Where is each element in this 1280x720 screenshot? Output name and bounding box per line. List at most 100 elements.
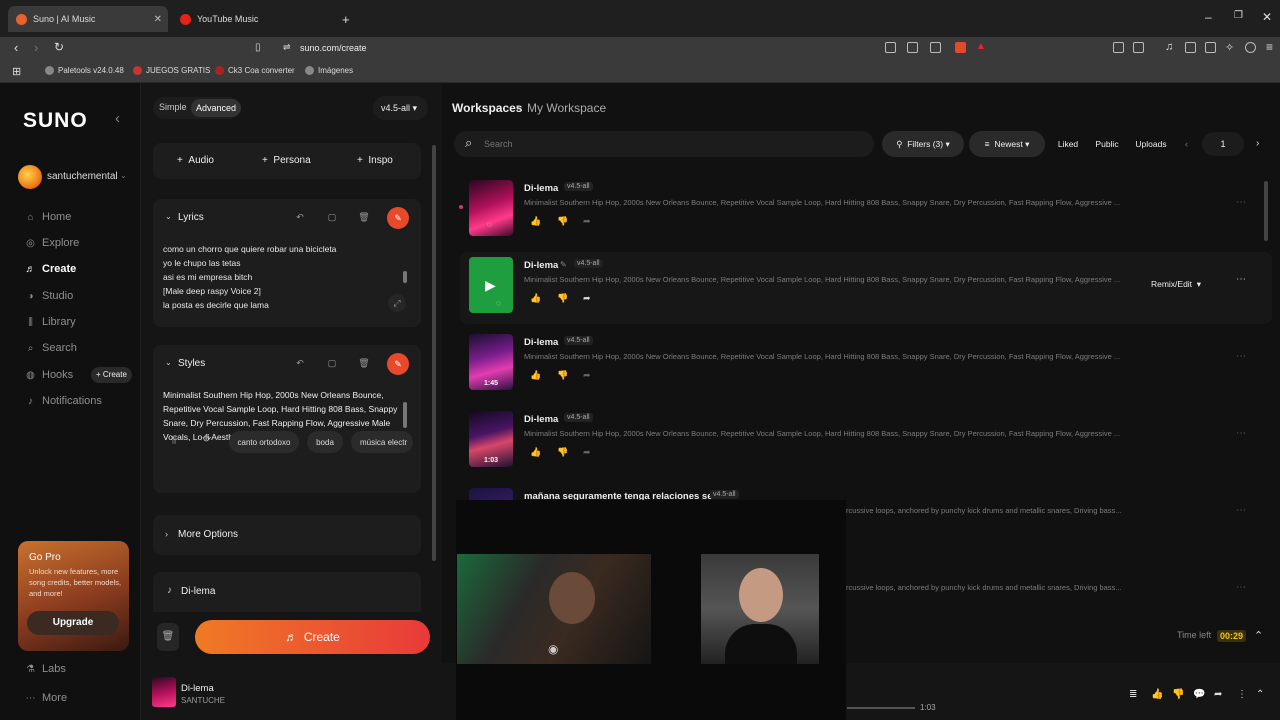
style-chip[interactable]: canto ortodoxo xyxy=(229,431,299,453)
add-audio-button[interactable]: + Audio xyxy=(177,155,214,166)
shuffle-icon[interactable]: ⟳ xyxy=(203,434,211,445)
like-icon[interactable]: 👍 xyxy=(530,370,541,381)
back-icon[interactable]: ‹ xyxy=(14,40,18,55)
avatar[interactable] xyxy=(18,165,42,189)
song-thumbnail[interactable]: 1:03 xyxy=(469,411,513,467)
cast-icon[interactable] xyxy=(907,42,918,53)
page-number[interactable]: 1 xyxy=(1202,132,1244,156)
more-options-icon[interactable]: ⋯ xyxy=(1236,197,1246,208)
add-inspo-button[interactable]: + Inspo xyxy=(357,155,393,166)
more-options-icon[interactable]: ⋯ xyxy=(1236,274,1246,285)
mode-simple-tab[interactable]: Simple xyxy=(159,102,187,112)
song-title[interactable]: Di-lema xyxy=(524,337,558,348)
sidebar-item-home[interactable]: ⌂ Home xyxy=(25,211,71,223)
style-library-icon[interactable]: ⫼ xyxy=(172,435,176,446)
comment-icon[interactable]: 💬 xyxy=(1193,689,1205,700)
share-icon[interactable]: ➦ xyxy=(583,370,591,381)
translate-icon[interactable] xyxy=(885,42,896,53)
chevron-down-icon[interactable]: ⌄ xyxy=(120,171,127,180)
sort-button[interactable]: ≡ Newest ▾ xyxy=(969,131,1045,157)
wallet-icon[interactable] xyxy=(1205,42,1216,53)
player-song-title[interactable]: Di-lema xyxy=(181,683,214,694)
song-title[interactable]: Di-lema xyxy=(524,414,558,425)
chevron-up-icon[interactable]: ⌃ xyxy=(1254,629,1263,642)
reload-icon[interactable]: ↻ xyxy=(54,40,64,54)
sidebar-icon[interactable] xyxy=(1185,42,1196,53)
menu-icon[interactable]: ≡ xyxy=(1266,40,1273,54)
extensions-icon[interactable] xyxy=(1113,42,1124,53)
search-field[interactable]: ⌕ xyxy=(454,131,874,157)
model-select[interactable]: v4.5-all ▾ xyxy=(373,96,428,120)
bookmark-icon[interactable]: ▯ xyxy=(255,42,261,53)
url-text[interactable]: suno.com/create xyxy=(300,43,367,53)
brave-rewards-icon[interactable]: ▲ xyxy=(976,41,986,52)
sidebar-item-create[interactable]: ♬ Create xyxy=(25,263,77,275)
player-thumbnail[interactable] xyxy=(152,677,176,707)
like-icon[interactable]: 👍 xyxy=(1151,689,1163,700)
style-chip[interactable]: boda xyxy=(307,431,343,453)
sidebar-item-hooks[interactable]: ◍ Hooks xyxy=(25,369,73,381)
copy-icon[interactable]: ▢ xyxy=(323,208,341,226)
uploads-filter[interactable]: Uploads xyxy=(1130,131,1172,157)
bookmark-imagenes[interactable]: Imágenes xyxy=(305,66,353,75)
brave-shield-icon[interactable] xyxy=(955,42,966,53)
collapse-sidebar-icon[interactable]: ‹ xyxy=(115,110,120,127)
share-icon[interactable] xyxy=(930,42,941,53)
more-options-panel[interactable]: › More Options xyxy=(153,515,421,555)
song-row[interactable]: 1:45 Di-lema v4.5-all Minimalist Souther… xyxy=(460,329,1272,401)
restore-icon[interactable]: ❐ xyxy=(1234,10,1243,21)
magic-wand-icon[interactable]: ✎ xyxy=(387,207,409,229)
chevron-up-icon[interactable]: ⌃ xyxy=(1256,689,1264,700)
close-icon[interactable]: ✕ xyxy=(154,14,162,25)
sidebar-item-explore[interactable]: ◎ Explore xyxy=(25,237,79,249)
chevron-down-icon[interactable]: ⌄ xyxy=(165,212,172,221)
username[interactable]: santuchemental xyxy=(47,171,118,182)
bookmark-ck3[interactable]: Ck3 Coa converter xyxy=(215,66,295,75)
magic-wand-icon[interactable]: ✎ xyxy=(387,353,409,375)
breadcrumb-workspaces[interactable]: Workspaces xyxy=(452,101,522,115)
chevron-down-icon[interactable]: ⌄ xyxy=(165,358,172,367)
dislike-icon[interactable]: 👎 xyxy=(1172,689,1184,700)
bookmark-paletools[interactable]: Paletools v24.0.48 xyxy=(45,66,124,75)
progress-bar[interactable] xyxy=(847,707,915,709)
song-row[interactable]: ▶ ◌ Di-lema ✎ v4.5-all Minimalist Southe… xyxy=(460,252,1272,324)
apps-grid-icon[interactable]: ⊞ xyxy=(12,65,21,78)
forward-icon[interactable]: › xyxy=(34,40,38,55)
prev-page-icon[interactable]: ‹ xyxy=(1185,139,1188,149)
share-icon[interactable]: ➦ xyxy=(583,216,591,227)
more-options-icon[interactable]: ⋯ xyxy=(1236,582,1246,593)
expand-icon[interactable]: ⤢ xyxy=(388,294,406,312)
song-title[interactable]: Di-lema xyxy=(524,260,558,271)
dislike-icon[interactable]: 👎 xyxy=(557,216,568,227)
dislike-icon[interactable]: 👎 xyxy=(557,370,568,381)
sidebar-item-studio[interactable]: ◑ Studio xyxy=(25,290,73,302)
suno-logo[interactable]: SUNO xyxy=(23,109,88,133)
sidebar-item-search[interactable]: ⌕ Search xyxy=(25,342,77,354)
sidebar-item-library[interactable]: ⫼ Library xyxy=(25,316,75,328)
bookmark-juegos-gratis[interactable]: JUEGOS GRATIS xyxy=(133,66,210,75)
mode-advanced-tab[interactable]: Advanced xyxy=(191,99,242,117)
public-filter[interactable]: Public xyxy=(1090,131,1124,157)
add-persona-button[interactable]: + Persona xyxy=(262,155,311,166)
undo-icon[interactable]: ↶ xyxy=(291,208,309,226)
more-options-icon[interactable]: ⋮ xyxy=(1237,689,1247,700)
share-icon[interactable]: ➦ xyxy=(583,293,591,304)
styles-scrollbar[interactable] xyxy=(403,402,407,428)
lyrics-scrollbar[interactable] xyxy=(403,271,407,283)
copy-icon[interactable]: ▢ xyxy=(323,354,341,372)
player-artist[interactable]: SANTUCHE xyxy=(181,696,225,705)
song-title[interactable]: Di-lema xyxy=(524,183,558,194)
song-thumbnail[interactable]: 1:45 xyxy=(469,334,513,390)
trash-icon[interactable]: 🗑 xyxy=(355,354,373,372)
minimize-icon[interactable]: – xyxy=(1205,10,1212,24)
filters-button[interactable]: ⚲ Filters (3) ▾ xyxy=(882,131,964,157)
like-icon[interactable]: 👍 xyxy=(530,293,541,304)
tab-youtube-music[interactable]: YouTube Music xyxy=(172,6,332,32)
song-title-input[interactable]: Di-lema xyxy=(181,586,215,597)
vpn-icon[interactable] xyxy=(1245,42,1256,53)
sidebar-item-notifications[interactable]: ♪ Notifications xyxy=(25,395,102,407)
leo-ai-icon[interactable]: ✧ xyxy=(1225,41,1234,54)
remix-edit-button[interactable]: Remix/Edit ▾ xyxy=(1138,273,1214,295)
play-icon[interactable]: ▶ xyxy=(485,277,496,294)
share-icon[interactable]: ➦ xyxy=(1214,689,1222,700)
